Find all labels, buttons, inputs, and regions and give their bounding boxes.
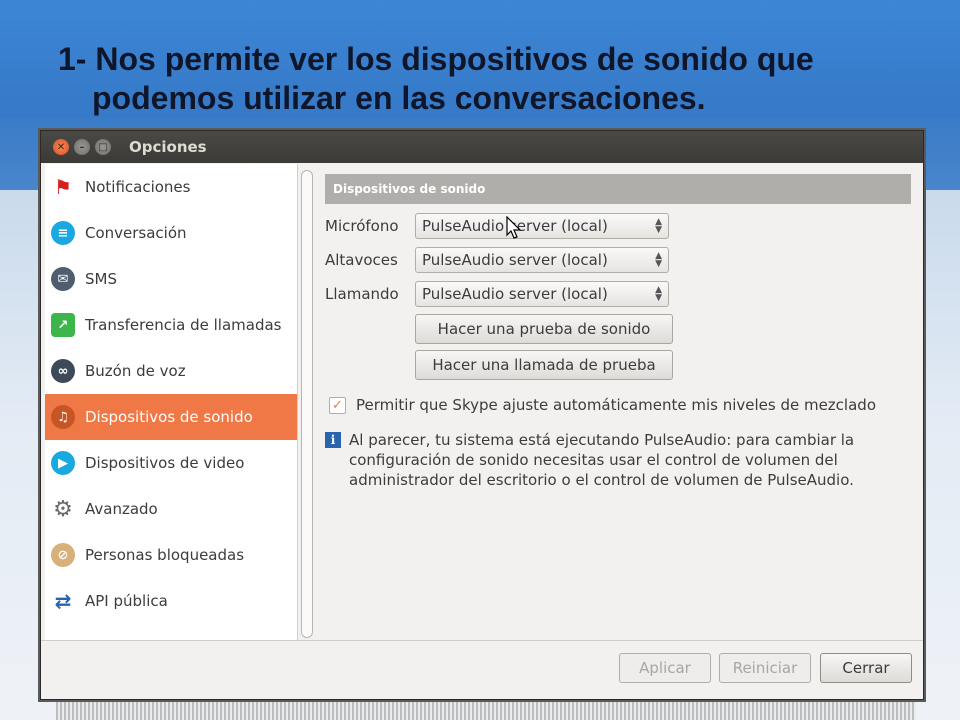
api-arrows-icon: ⇄: [54, 589, 72, 613]
sms-icon: ✉: [51, 267, 75, 291]
updown-arrows-icon: ▲ ▼: [655, 285, 662, 303]
sidebar-item-dispositivos-video[interactable]: ▶ Dispositivos de video: [45, 440, 297, 486]
sidebar-item-transferencia[interactable]: ↗ Transferencia de llamadas: [45, 302, 297, 348]
sidebar-item-label: Dispositivos de video: [85, 454, 245, 472]
sidebar-item-label: Dispositivos de sonido: [85, 408, 253, 426]
close-button[interactable]: Cerrar: [820, 653, 912, 683]
voicemail-icon: ∞: [51, 359, 75, 383]
slide-title-line-1: 1- Nos permite ver los dispositivos de s…: [58, 41, 814, 77]
auto-adjust-checkbox[interactable]: ✓: [329, 396, 346, 414]
microphone-row: Micrófono PulseAudio server (local) ▲ ▼: [325, 212, 911, 240]
reset-button[interactable]: Reiniciar: [719, 653, 811, 683]
updown-arrows-icon: ▲ ▼: [655, 217, 662, 235]
sidebar-item-label: API pública: [85, 592, 168, 610]
phone-forward-icon: ↗: [51, 313, 75, 337]
sidebar-item-label: SMS: [85, 270, 117, 288]
speakers-value: PulseAudio server (local): [422, 251, 608, 269]
options-window: ✕ – □ Opciones ⚑ Notificaciones ≡ Conver…: [40, 130, 924, 700]
ringing-select[interactable]: PulseAudio server (local) ▲ ▼: [415, 281, 669, 307]
sidebar-item-buzon[interactable]: ∞ Buzón de voz: [45, 348, 297, 394]
auto-adjust-row: ✓ Permitir que Skype ajuste automáticame…: [329, 396, 911, 414]
speakers-select[interactable]: PulseAudio server (local) ▲ ▼: [415, 247, 669, 273]
ringing-label: Llamando: [325, 285, 399, 303]
chat-bubble-icon: ≡: [51, 221, 75, 245]
auto-adjust-label: Permitir que Skype ajuste automáticament…: [356, 396, 876, 414]
sidebar-item-api-publica[interactable]: ⇄ API pública: [45, 578, 297, 624]
ringing-row: Llamando PulseAudio server (local) ▲ ▼: [325, 280, 911, 308]
sidebar-item-label: Avanzado: [85, 500, 158, 518]
headset-icon: ♫: [51, 405, 75, 429]
window-titlebar[interactable]: ✕ – □ Opciones: [41, 131, 923, 163]
sound-devices-panel: Dispositivos de sonido Micrófono PulseAu…: [325, 164, 911, 640]
sidebar-item-conversacion[interactable]: ≡ Conversación: [45, 210, 297, 256]
flag-icon: ⚑: [54, 175, 72, 199]
options-sidebar: ⚑ Notificaciones ≡ Conversación ✉ SMS ↗ …: [45, 164, 297, 640]
test-sound-button[interactable]: Hacer una prueba de sonido: [415, 314, 673, 344]
apply-button[interactable]: Aplicar: [619, 653, 711, 683]
blocked-user-icon: ⊘: [51, 543, 75, 567]
sidebar-item-label: Notificaciones: [85, 178, 191, 196]
sidebar-item-label: Buzón de voz: [85, 362, 186, 380]
maximize-icon[interactable]: □: [95, 139, 111, 155]
gear-icon: ⚙: [53, 496, 73, 522]
slide-title: 1- Nos permite ver los dispositivos de s…: [58, 40, 938, 118]
sidebar-item-dispositivos-sonido[interactable]: ♫ Dispositivos de sonido: [45, 394, 297, 440]
sidebar-item-sms[interactable]: ✉ SMS: [45, 256, 297, 302]
window-title: Opciones: [129, 138, 207, 156]
sidebar-item-notificaciones[interactable]: ⚑ Notificaciones: [45, 164, 297, 210]
info-icon: i: [325, 432, 341, 448]
dialog-footer: Aplicar Reiniciar Cerrar: [41, 640, 923, 699]
close-icon[interactable]: ✕: [53, 139, 69, 155]
speakers-label: Altavoces: [325, 251, 398, 269]
ringing-value: PulseAudio server (local): [422, 285, 608, 303]
pulseaudio-info-text: Al parecer, tu sistema está ejecutando P…: [349, 431, 855, 489]
updown-arrows-icon: ▲ ▼: [655, 251, 662, 269]
microphone-select[interactable]: PulseAudio server (local) ▲ ▼: [415, 213, 669, 239]
test-call-button[interactable]: Hacer una llamada de prueba: [415, 350, 673, 380]
sidebar-item-avanzado[interactable]: ⚙ Avanzado: [45, 486, 297, 532]
sidebar-item-label: Transferencia de llamadas: [85, 316, 282, 334]
sidebar-item-label: Conversación: [85, 224, 187, 242]
speakers-row: Altavoces PulseAudio server (local) ▲ ▼: [325, 246, 911, 274]
section-header: Dispositivos de sonido: [325, 174, 911, 204]
sidebar-item-label: Personas bloqueadas: [85, 546, 245, 564]
slide-title-line-2: podemos utilizar en las conversaciones.: [92, 80, 706, 116]
sidebar-scrollbar-thumb[interactable]: [301, 170, 313, 638]
mouse-pointer-icon: [506, 216, 522, 239]
minimize-icon[interactable]: –: [74, 139, 90, 155]
microphone-label: Micrófono: [325, 217, 399, 235]
camera-icon: ▶: [51, 451, 75, 475]
sidebar-item-personas-bloqueadas[interactable]: ⊘ Personas bloqueadas: [45, 532, 297, 578]
pulseaudio-info: i Al parecer, tu sistema está ejecutando…: [325, 430, 911, 490]
